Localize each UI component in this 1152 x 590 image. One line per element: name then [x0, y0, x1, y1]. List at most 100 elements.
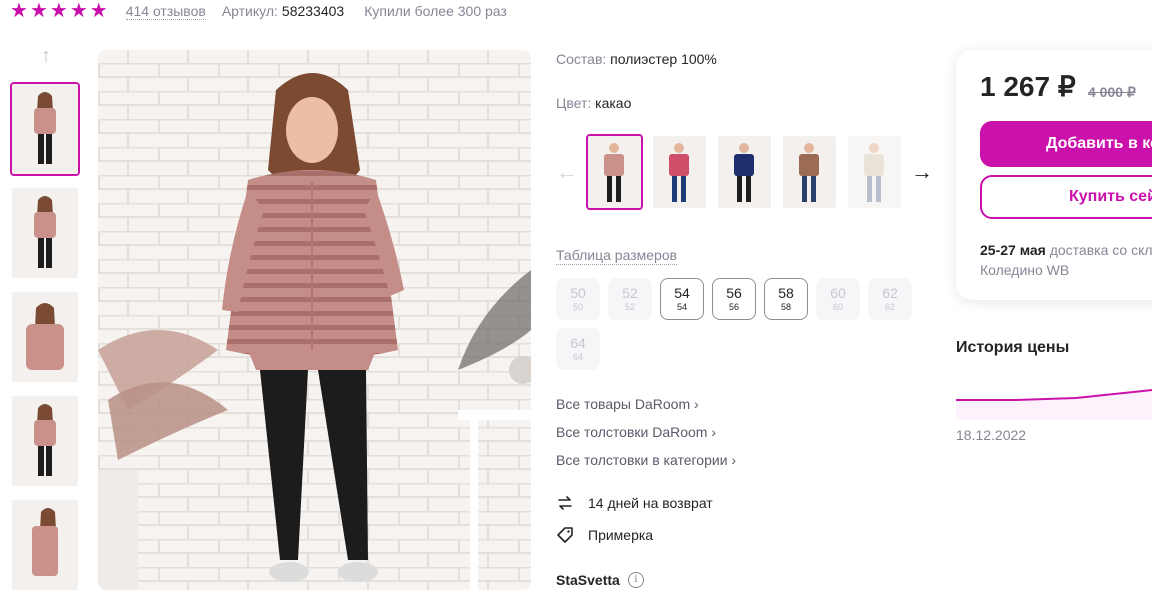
price-history-chart[interactable] — [956, 376, 1152, 426]
size-eu: 62 — [884, 302, 895, 312]
delivery-dates: 25-27 мая — [980, 242, 1046, 258]
chevron-right-icon: › — [731, 452, 737, 468]
star-icon: ★ — [89, 0, 108, 22]
photo-thumbnails — [10, 82, 80, 590]
fitting-text: Примерка — [588, 527, 654, 543]
price-history-title: История цены — [956, 339, 1070, 356]
variant-image — [653, 136, 706, 208]
link-label: Все товары DaRoom — [556, 396, 691, 412]
arrow-left-icon[interactable]: ← — [556, 161, 578, 183]
rating-stars: ★ ★ ★ ★ ★ — [10, 1, 108, 21]
article-value[interactable]: 58233403 — [282, 3, 344, 19]
size-option[interactable]: 52 52 — [608, 278, 652, 320]
all-category-link[interactable]: Все толстовки в категории › — [556, 452, 736, 468]
size-eu: 60 — [832, 302, 843, 312]
warehouse-name: Коледино WB — [980, 262, 1070, 278]
link-label: Все толстовки в категории — [556, 452, 728, 468]
thumbnail-image — [12, 84, 78, 174]
variant-image — [718, 136, 771, 208]
variant-image — [848, 136, 901, 208]
return-perk: 14 дней на возврат — [556, 494, 713, 512]
thumbs-up-arrow-icon[interactable]: ↑ — [36, 46, 56, 66]
color-variant[interactable] — [781, 134, 838, 210]
current-price: 1 267 ₽ — [980, 71, 1076, 102]
size-ru: 54 — [674, 285, 690, 301]
all-brand-products-link[interactable]: Все товары DaRoom › — [556, 396, 699, 412]
size-option[interactable]: 58 58 — [764, 278, 808, 320]
variant-image — [783, 136, 836, 208]
delivery-info: 25-27 мая доставка со склада — [980, 242, 1152, 258]
return-text: 14 дней на возврат — [588, 495, 713, 511]
star-icon: ★ — [29, 0, 48, 22]
color-variant[interactable] — [716, 134, 773, 210]
size-option[interactable]: 62 62 — [868, 278, 912, 320]
thumbnail-image — [12, 396, 78, 486]
color-variant[interactable] — [586, 134, 643, 210]
buy-now-button[interactable]: Купить сейчас — [980, 175, 1152, 219]
color-label: Цвет: — [556, 95, 592, 111]
size-eu: 54 — [676, 302, 687, 312]
star-icon: ★ — [10, 0, 28, 22]
price-history-date: 18.12.2022 — [956, 427, 1027, 443]
size-ru: 60 — [830, 285, 846, 301]
size-selector: 50 50 52 52 54 54 56 56 58 58 60 60 62 62 64 64 — [556, 278, 916, 370]
size-ru: 52 — [622, 285, 638, 301]
size-option[interactable]: 56 56 — [712, 278, 756, 320]
rating-bar: ★ ★ ★ ★ ★ 414 отзывов Артикул: 58233403 … — [10, 0, 507, 22]
color-variant[interactable] — [846, 134, 903, 210]
size-eu: 58 — [780, 302, 791, 312]
size-eu: 64 — [572, 352, 583, 362]
composition-value: полиэстер 100% — [610, 51, 717, 67]
color-row: Цвет: какао — [556, 95, 631, 111]
product-image — [98, 50, 531, 590]
size-eu: 56 — [728, 302, 739, 312]
info-icon[interactable]: i — [627, 572, 644, 588]
size-ru: 64 — [570, 335, 586, 351]
size-ru: 62 — [882, 285, 898, 301]
chevron-right-icon: › — [694, 396, 699, 412]
arrow-right-icon[interactable]: → — [911, 161, 933, 183]
photo-thumbnail[interactable] — [10, 82, 80, 176]
size-ru: 50 — [570, 285, 586, 301]
size-option[interactable]: 64 64 — [556, 328, 600, 370]
article-label: Артикул: — [221, 3, 278, 19]
main-product-photo[interactable] — [98, 50, 531, 590]
size-option[interactable]: 60 60 — [816, 278, 860, 320]
seller-name[interactable]: StaSvetta — [556, 572, 620, 588]
star-icon: ★ — [49, 0, 68, 22]
tag-icon — [557, 527, 573, 543]
color-variant[interactable] — [651, 134, 708, 210]
old-price: 4 000 ₽ — [1088, 84, 1136, 100]
thumbnail-image — [12, 292, 78, 382]
photo-thumbnail[interactable] — [10, 290, 80, 384]
fitting-perk: Примерка — [556, 526, 653, 544]
link-label: Все толстовки DaRoom — [556, 424, 708, 440]
composition-row: Состав: полиэстер 100% — [556, 51, 717, 67]
size-table-link[interactable]: Таблица размеров — [556, 246, 678, 265]
size-option[interactable]: 50 50 — [556, 278, 600, 320]
composition-label: Состав: — [556, 51, 607, 67]
size-ru: 58 — [778, 285, 794, 301]
photo-thumbnail[interactable] — [10, 498, 80, 590]
thumbnail-image — [12, 500, 78, 590]
star-icon: ★ — [69, 0, 88, 22]
chevron-right-icon: › — [711, 424, 717, 440]
bought-count: Купили более 300 раз — [364, 3, 507, 19]
reviews-link[interactable]: 414 отзывов — [125, 3, 206, 20]
delivery-text: доставка со склада — [1049, 242, 1152, 258]
all-brand-category-link[interactable]: Все толстовки DaRoom › — [556, 424, 716, 440]
color-value: какао — [595, 95, 632, 111]
size-option[interactable]: 54 54 — [660, 278, 704, 320]
photo-thumbnail[interactable] — [10, 186, 80, 280]
price-history-area — [956, 390, 1152, 420]
variant-image — [588, 136, 641, 208]
seller-row: StaSvetta i — [556, 572, 644, 588]
return-arrows-icon — [558, 496, 572, 510]
size-ru: 56 — [726, 285, 742, 301]
add-to-cart-button[interactable]: Добавить в корзину — [980, 121, 1152, 167]
color-variants: ← → — [556, 134, 933, 210]
size-eu: 50 — [572, 302, 583, 312]
size-eu: 52 — [624, 302, 635, 312]
thumbnail-image — [12, 188, 78, 278]
photo-thumbnail[interactable] — [10, 394, 80, 488]
